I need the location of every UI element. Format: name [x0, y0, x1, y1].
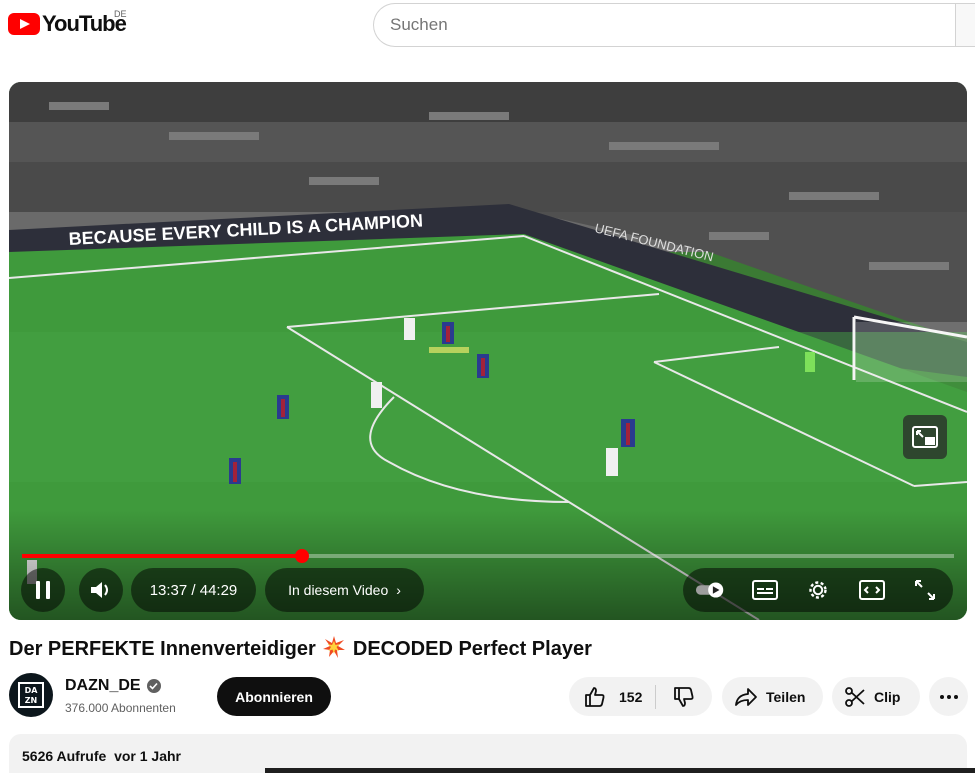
miniplayer-button[interactable]: [903, 415, 947, 459]
collision-emoji-icon: [323, 636, 346, 658]
progress-played: [22, 554, 302, 558]
gear-icon: [809, 581, 827, 599]
video-title-part1: Der PERFEKTE Innenverteidiger: [9, 638, 316, 660]
video-title-part2: DECODED Perfect Player: [352, 638, 592, 660]
masthead: YouTube DE: [0, 0, 975, 52]
upload-age: vor 1 Jahr: [114, 748, 182, 764]
pause-icon: [33, 581, 53, 599]
channel-name-link[interactable]: DAZN_DE: [65, 677, 161, 695]
time-display: 13:37 / 44:29: [131, 568, 256, 612]
time-text: 13:37 / 44:29: [149, 581, 238, 599]
theater-mode-button[interactable]: [856, 574, 888, 606]
like-count: 152: [619, 688, 643, 705]
dislike-button[interactable]: [656, 677, 712, 716]
video-meta: 5626 Aufrufe vor 1 Jahr: [22, 748, 181, 764]
progress-scrubber[interactable]: [295, 549, 309, 563]
more-horiz-icon: [939, 694, 958, 699]
subtitles-icon: [751, 580, 778, 600]
youtube-logo[interactable]: YouTube: [8, 11, 127, 37]
volume-icon: [91, 582, 108, 598]
chevron-right-icon: ›: [396, 582, 401, 598]
theater-icon: [858, 580, 885, 600]
search-box: [373, 3, 975, 47]
more-actions-button[interactable]: [929, 677, 968, 716]
share-button[interactable]: Teilen: [722, 677, 823, 716]
autoplay-icon: [695, 582, 724, 598]
avatar-logo: DA ZN: [18, 682, 44, 708]
like-button[interactable]: 152: [569, 677, 655, 716]
thumbs-up-icon: [585, 686, 605, 707]
search-input[interactable]: [390, 4, 950, 46]
settings-button[interactable]: [802, 574, 834, 606]
thumbs-down-icon: [674, 686, 694, 707]
country-code: DE: [114, 9, 127, 19]
chapters-label: In diesem Video: [288, 582, 389, 598]
subscriber-count: 376.000 Abonnenten: [65, 701, 176, 715]
subscribe-button[interactable]: Abonnieren: [217, 677, 331, 716]
clip-button[interactable]: Clip: [832, 677, 920, 716]
youtube-play-icon: [8, 13, 40, 35]
fullscreen-icon: [915, 580, 935, 600]
bottom-divider: [265, 768, 975, 773]
miniplayer-icon: [912, 426, 938, 448]
verified-badge-icon: [146, 679, 161, 693]
autoplay-toggle[interactable]: [695, 574, 727, 606]
scissors-icon: [845, 686, 865, 707]
search-button[interactable]: [955, 3, 975, 47]
pause-button[interactable]: [21, 568, 65, 612]
channel-avatar[interactable]: DA ZN: [9, 673, 53, 717]
share-icon: [735, 687, 757, 706]
chapters-button[interactable]: In diesem Video ›: [265, 568, 424, 612]
video-title: Der PERFEKTE Innenverteidiger DECODED Pe…: [9, 636, 592, 661]
video-player[interactable]: BECAUSE EVERY CHILD IS A CHAMPION UEFA F…: [9, 82, 967, 620]
right-controls: [683, 568, 953, 612]
clip-label: Clip: [874, 688, 901, 705]
like-dislike-group: 152: [569, 677, 712, 716]
channel-name: DAZN_DE: [65, 677, 141, 694]
fullscreen-button[interactable]: [909, 574, 941, 606]
subtitles-button[interactable]: [749, 574, 781, 606]
view-count: 5626 Aufrufe: [22, 748, 107, 764]
share-label: Teilen: [766, 688, 806, 705]
volume-button[interactable]: [79, 568, 123, 612]
